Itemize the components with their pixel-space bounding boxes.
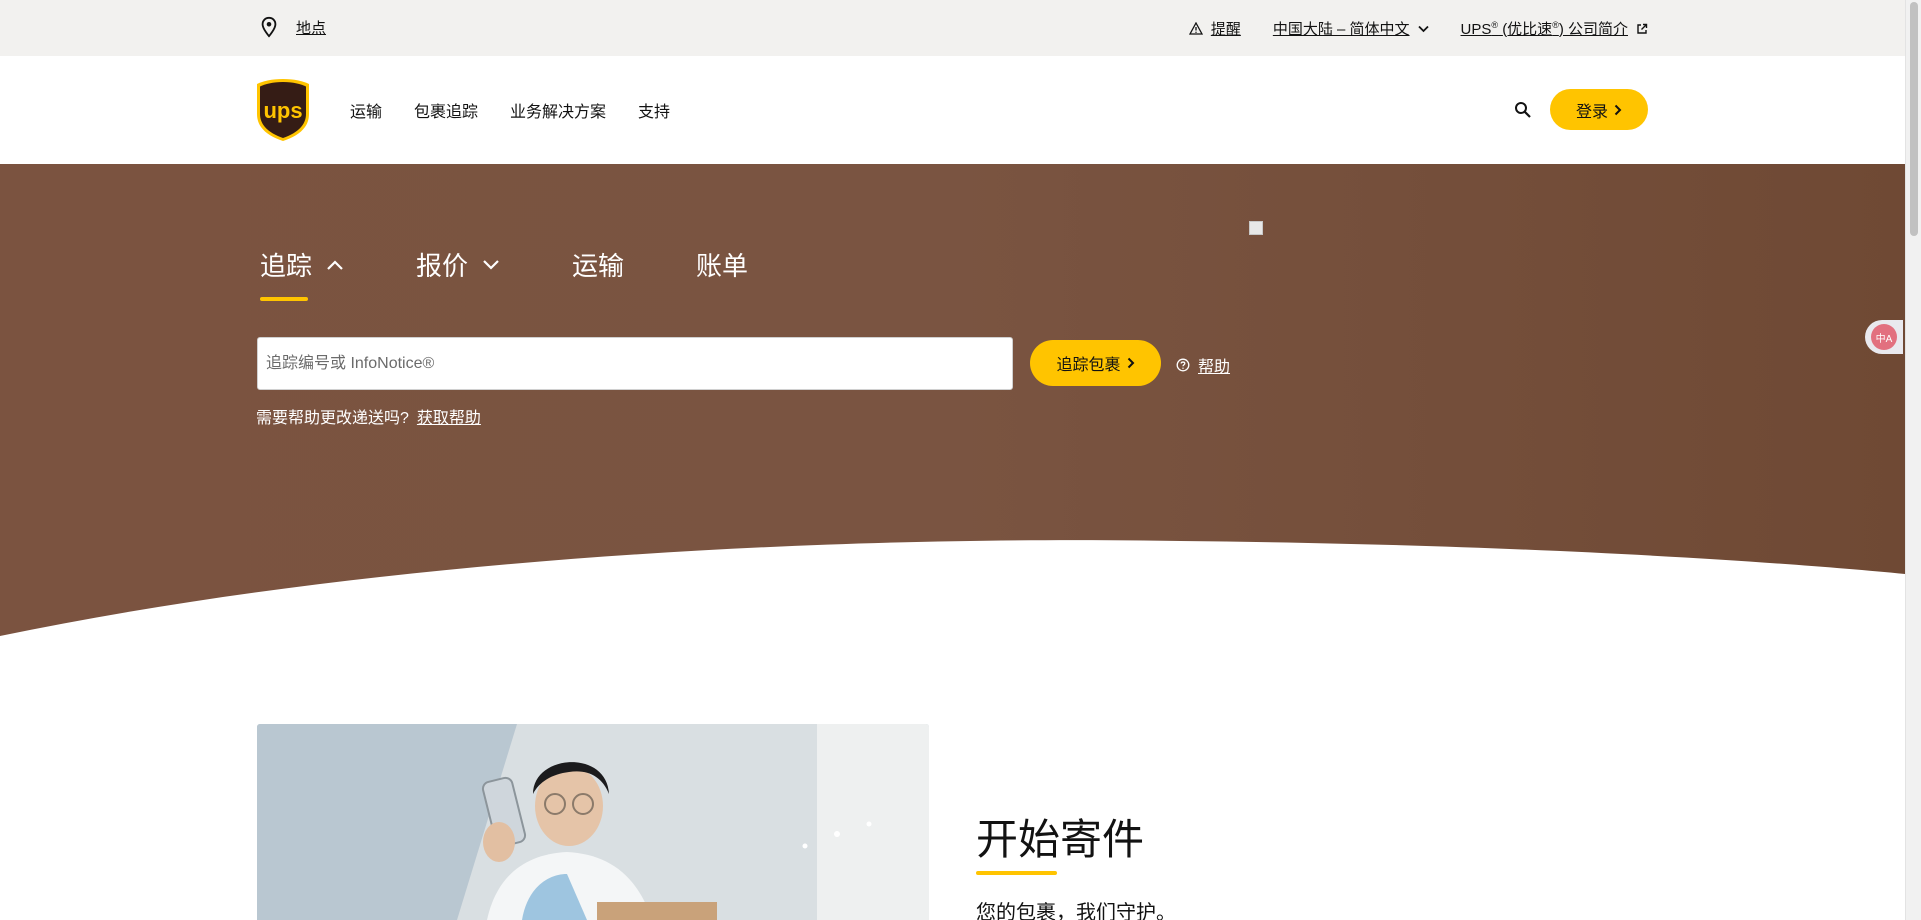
svg-text:ups: ups [263,98,302,123]
chevron-down-icon [483,259,499,270]
get-help-link[interactable]: 获取帮助 [417,410,481,427]
about-ups-link[interactable]: UPS® (优比速®) 公司简介 [1461,18,1648,39]
tab-ship[interactable]: 运输 [572,246,624,301]
broken-image-icon [1249,221,1263,235]
tab-billing-label: 账单 [696,251,749,281]
section-subtitle: 您的包裹，我们守护。 [976,902,1176,920]
translate-icon: 中A [1871,324,1897,350]
login-label: 登录 [1575,103,1608,121]
change-delivery-text: 需要帮助更改递送吗? [256,410,409,427]
shipping-promo-image [257,724,929,920]
change-delivery-line: 需要帮助更改递送吗? 获取帮助 [256,404,481,428]
tracking-number-input[interactable] [257,337,1013,390]
tab-quote-label: 报价 [416,251,469,281]
hero-tabs: 追踪 报价 运输 账单 [260,246,748,301]
main-header: ups 运输 包裹追踪 业务解决方案 支持 登录 [0,56,1905,164]
about-ups-label: UPS® (优比速®) 公司简介 [1460,20,1628,38]
hero-wave [0,540,1905,640]
login-button[interactable]: 登录 [1550,89,1648,130]
tab-ship-label: 运输 [572,251,625,281]
nav-item-support[interactable]: 支持 [638,98,670,122]
region-selector[interactable]: 中国大陆 – 简体中文 [1273,18,1429,39]
external-link-icon [1637,23,1648,34]
search-icon[interactable] [1514,101,1532,119]
warning-icon [1188,22,1203,35]
tab-billing[interactable]: 账单 [696,246,748,301]
tab-track[interactable]: 追踪 [260,246,344,301]
chevron-up-icon [327,259,343,270]
help-circle-icon [1176,358,1190,372]
title-accent-bar [976,871,1057,875]
utility-bar: 地点 提醒 中国大陆 – 简体中文 UPS® (优比速®) 公司简介 [0,0,1905,56]
nav-item-business-solutions[interactable]: 业务解决方案 [510,98,606,122]
chevron-down-icon [1417,25,1429,32]
page-scrollbar[interactable] [1905,0,1921,920]
tab-track-label: 追踪 [260,251,313,281]
track-package-label: 追踪包裹 [1056,357,1121,374]
chevron-right-icon [1614,104,1622,115]
help-link[interactable]: 帮助 [1176,353,1230,377]
scrollbar-thumb[interactable] [1910,2,1918,236]
main-nav: 运输 包裹追踪 业务解决方案 支持 [350,98,670,122]
help-label: 帮助 [1198,359,1231,376]
location-pin-icon [261,16,277,38]
hero-banner: 追踪 报价 运输 账单 追踪包裹 帮助 [0,164,1905,640]
tab-quote[interactable]: 报价 [416,246,500,301]
person-with-phone-illustration [257,724,929,920]
alerts-label: 提醒 [1210,21,1241,38]
locations-label: 地点 [296,19,327,37]
region-label: 中国大陆 – 简体中文 [1272,21,1410,38]
chevron-right-icon [1127,357,1134,369]
locations-link[interactable]: 地点 [258,15,326,39]
alerts-link[interactable]: 提醒 [1188,18,1241,39]
section-title: 开始寄件 [976,816,1145,863]
nav-item-tracking[interactable]: 包裹追踪 [414,98,478,122]
nav-item-shipping[interactable]: 运输 [350,98,382,122]
ups-logo-icon[interactable]: ups [256,78,310,142]
track-package-button[interactable]: 追踪包裹 [1030,340,1161,386]
translate-widget[interactable]: 中A [1865,320,1903,354]
